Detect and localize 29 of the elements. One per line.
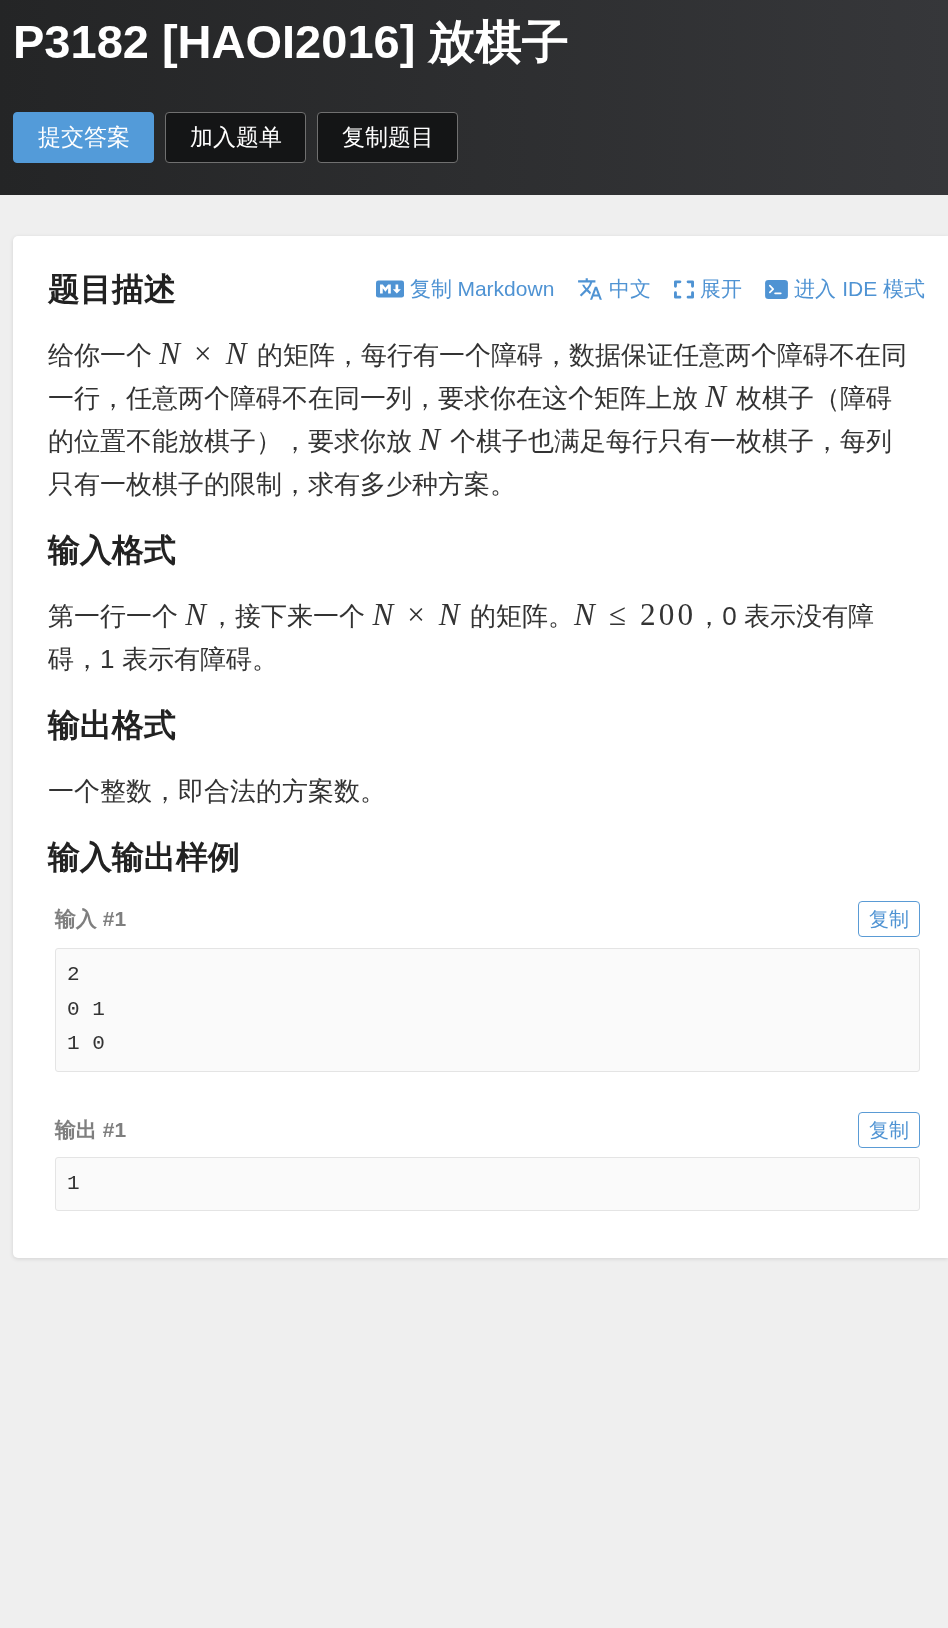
- paragraph-text: 给你一个 N × N 的矩阵，每行有一个障碍，数据保证任意两个障碍不在同一行，任意两个障碍不在同一列，要求你在这个矩阵上放 N 枚棋子（障碍的位置不能放棋子），要求你放 N 个棋子也满足每行只有一枚棋子，每列只有一枚棋子的限制，求有多少种方案。: [48, 335, 908, 501]
- toolbar-link[interactable]: 展开: [674, 274, 743, 304]
- problem-title: P3182 [HAOI2016] 放棋子: [13, 14, 571, 70]
- header-button[interactable]: 复制题目: [317, 112, 458, 163]
- sample-label: 输出 #1: [55, 1117, 127, 1144]
- markdown-icon: [375, 280, 404, 298]
- toolbar-link[interactable]: 中文: [577, 274, 652, 304]
- toolbar-link[interactable]: 复制 Markdown: [375, 274, 555, 304]
- copy-button[interactable]: 复制: [858, 1111, 920, 1148]
- expand-icon: [674, 279, 695, 299]
- sample-code: 1: [55, 1156, 920, 1212]
- paragraph-text: 一个整数，即合法的方案数。: [48, 775, 387, 808]
- sample-code: 2 0 1 1 0: [55, 948, 920, 1072]
- section-heading: 输入输出样例: [48, 838, 241, 877]
- sample-label: 输入 #1: [55, 906, 127, 933]
- translate-icon: [577, 276, 604, 302]
- terminal-icon: [765, 279, 789, 299]
- toolbar-link[interactable]: 进入 IDE 模式: [765, 274, 925, 304]
- section-heading: 输入格式: [48, 531, 177, 570]
- header-button[interactable]: 加入题单: [165, 112, 306, 163]
- section-heading: 输出格式: [48, 706, 177, 745]
- section-heading: 题目描述: [48, 270, 176, 309]
- toolbar-link-label: 进入 IDE 模式: [794, 276, 925, 302]
- paragraph-text: 第一行一个 N，接下来一个 N × N 的矩阵。N ≤ 200，0 表示没有障碍，1 表示有障碍。: [48, 596, 875, 676]
- header-button[interactable]: 提交答案: [13, 112, 154, 163]
- toolbar-link-label: 中文: [609, 276, 652, 302]
- copy-button[interactable]: 复制: [858, 901, 920, 937]
- toolbar-link-label: 展开: [700, 276, 743, 302]
- toolbar-link-label: 复制 Markdown: [409, 276, 555, 302]
